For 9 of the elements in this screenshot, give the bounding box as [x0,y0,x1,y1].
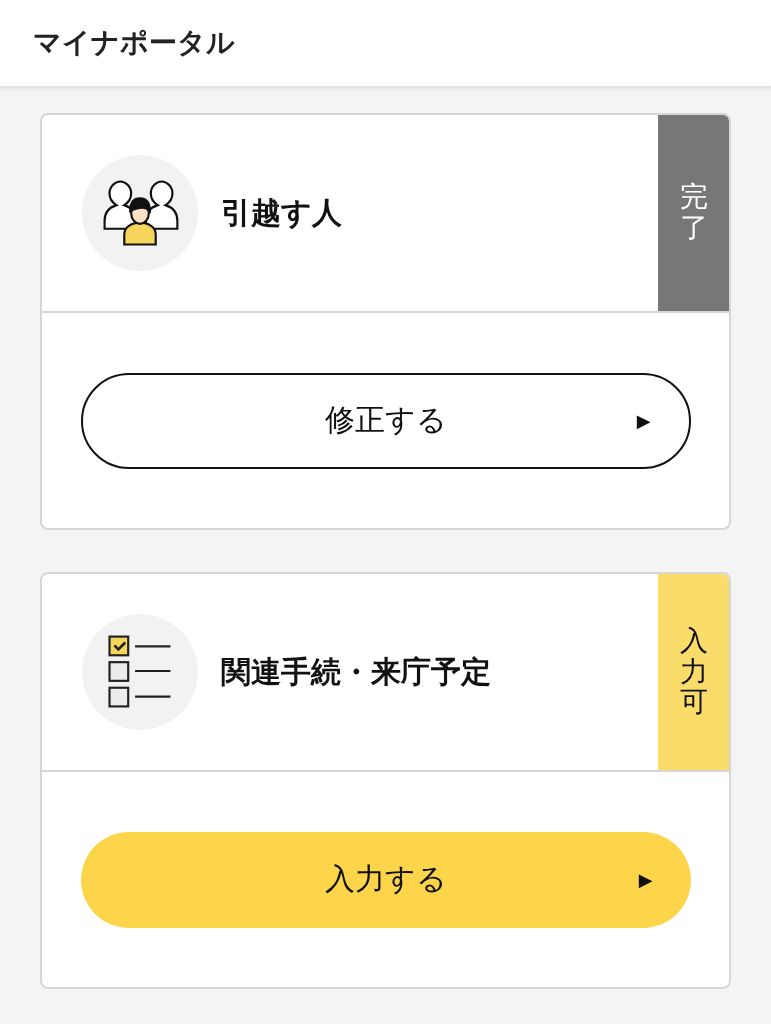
app-title: マイナポータル [33,25,235,61]
input-button[interactable]: 入力する ▶ [80,831,691,928]
people-icon [81,154,199,272]
checklist-icon [81,613,199,731]
status-badge: 入力可 [658,574,729,770]
card-title: 引越す人 [221,193,343,232]
status-badge: 完了 [658,115,729,311]
card-title: 関連手続・来庁予定 [221,652,492,691]
edit-button[interactable]: 修正する ▶ [80,372,691,469]
